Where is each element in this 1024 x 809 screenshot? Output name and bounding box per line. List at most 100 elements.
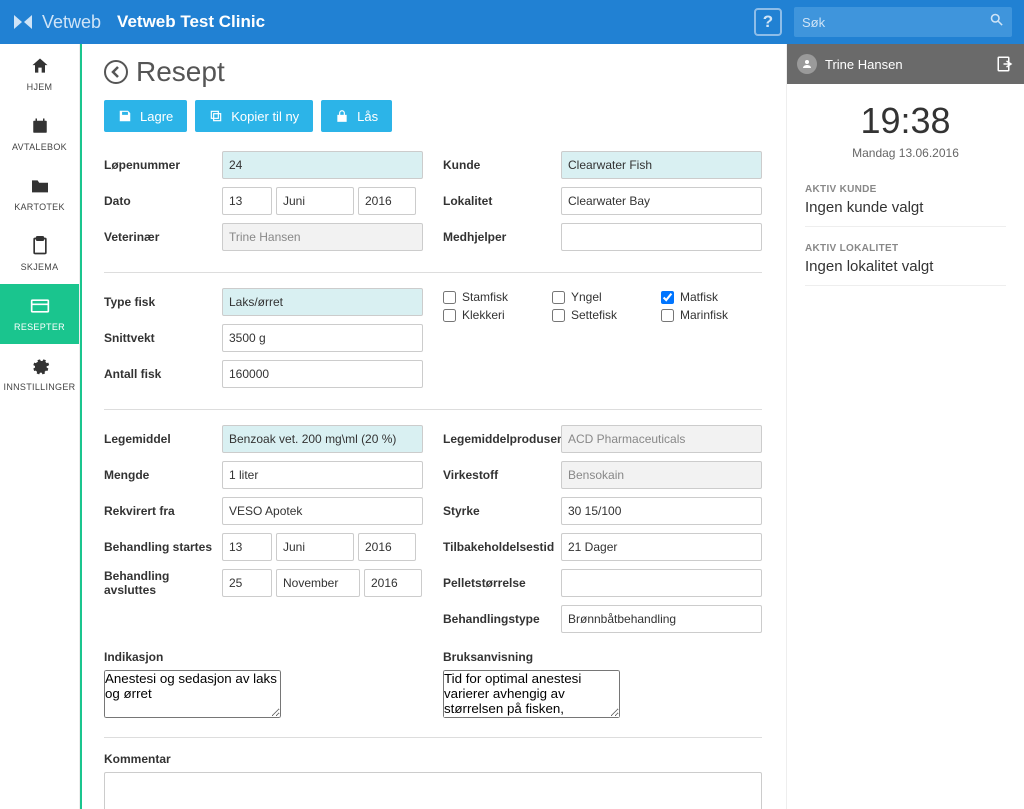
sidebar-item-label: SKJEMA [21,262,59,272]
label-virkestoff: Virkestoff [443,468,561,482]
label-pelletstorrelse: Pelletstørrelse [443,576,561,590]
label-veterinaer: Veterinær [104,230,222,244]
clock-date: Mandag 13.06.2016 [787,146,1024,160]
medhjelper-field[interactable] [561,223,762,251]
cb-yngel[interactable]: Yngel [552,290,653,304]
label-behandling-avsluttes: Behandling avsluttes [104,569,222,597]
cb-klekkeri[interactable]: Klekkeri [443,308,544,322]
help-icon[interactable]: ? [754,8,782,36]
save-icon [118,109,132,123]
behandlingstype-select[interactable]: Brønnbåtbehandling [561,605,762,633]
sidebar-item-resepter[interactable]: RESEPTER [0,284,79,344]
dato-year-select[interactable]: 2016 [358,187,416,215]
label-legemiddel: Legemiddel [104,432,222,446]
back-button[interactable] [104,60,128,84]
dato-month-select[interactable]: Juni [276,187,354,215]
cb-settefisk[interactable]: Settefisk [552,308,653,322]
end-month-select[interactable]: November [276,569,360,597]
save-button[interactable]: Lagre [104,100,187,132]
indikasjon-textarea[interactable]: Anestesi og sedasjon av laks og ørret [104,670,281,718]
klekkeri-checkbox[interactable] [443,309,456,322]
label-lokalitet: Lokalitet [443,194,561,208]
user-bar: Trine Hansen [787,44,1024,84]
cb-marinfisk[interactable]: Marinfisk [661,308,762,322]
sidebar-item-label: HJEM [27,82,53,92]
copy-label: Kopier til ny [231,109,299,124]
start-month-select[interactable]: Juni [276,533,354,561]
styrke-field[interactable] [561,497,762,525]
lock-label: Lås [357,109,378,124]
sidebar-item-label: AVTALEBOK [12,142,67,152]
label-behandling-startes: Behandling startes [104,540,222,554]
label-behandlingstype: Behandlingstype [443,612,561,626]
pelletstorrelse-field[interactable] [561,569,762,597]
label-antall-fisk: Antall fisk [104,367,222,381]
clinic-name: Vetweb Test Clinic [117,12,265,32]
topbar: Vetweb Vetweb Test Clinic ? [0,0,1024,44]
label-type-fisk: Type fisk [104,295,222,309]
lopenummer-field[interactable] [222,151,423,179]
label-medhjelper: Medhjelper [443,230,561,244]
search-input[interactable] [802,15,989,30]
label-dato: Dato [104,194,222,208]
folder-icon [30,176,50,196]
label-indikasjon: Indikasjon [104,650,222,664]
lokalitet-select[interactable]: Clearwater Bay [561,187,762,215]
fish-checkbox-grid: Stamfisk Yngel Matfisk Klekkeri Settefis… [443,287,762,322]
sidebar-item-label: KARTOTEK [14,202,65,212]
calendar-icon [30,116,50,136]
dato-day-select[interactable]: 13 [222,187,272,215]
sidebar-item-innstillinger[interactable]: INNSTILLINGER [0,344,79,404]
logo-group[interactable]: Vetweb [12,11,101,33]
sidebar-item-skjema[interactable]: SKJEMA [0,224,79,284]
cb-stamfisk[interactable]: Stamfisk [443,290,544,304]
snittvekt-field[interactable] [222,324,423,352]
matfisk-checkbox[interactable] [661,291,674,304]
cb-matfisk[interactable]: Matfisk [661,290,762,304]
stamfisk-checkbox[interactable] [443,291,456,304]
save-label: Lagre [140,109,173,124]
label-kommentar: Kommentar [104,752,222,766]
start-day-select[interactable]: 13 [222,533,272,561]
main-content: Resept Lagre Kopier til ny Lås Løpenumme… [80,44,786,809]
search-icon [989,12,1004,32]
prescription-icon [30,296,50,316]
sidebar-item-avtalebok[interactable]: AVTALEBOK [0,104,79,164]
copy-button[interactable]: Kopier til ny [195,100,313,132]
veterinaer-field [222,223,423,251]
type-fisk-field[interactable] [222,288,423,316]
sidebar: HJEM AVTALEBOK KARTOTEK SKJEMA RESEPTER [0,44,80,809]
marinfisk-checkbox[interactable] [661,309,674,322]
end-day-select[interactable]: 25 [222,569,272,597]
virkestoff-field [561,461,762,489]
aktiv-lokalitet-label: AKTIV LOKALITET [805,243,1006,254]
yngel-checkbox[interactable] [552,291,565,304]
kommentar-textarea[interactable] [104,772,762,809]
sidebar-item-kartotek[interactable]: KARTOTEK [0,164,79,224]
sidebar-item-hjem[interactable]: HJEM [0,44,79,104]
search-box[interactable] [794,7,1012,37]
rekvirert-fra-field[interactable] [222,497,423,525]
action-row: Lagre Kopier til ny Lås [104,100,762,132]
lock-button[interactable]: Lås [321,100,392,132]
clock: 19:38 Mandag 13.06.2016 [787,84,1024,168]
lock-icon [335,109,349,123]
mengde-field[interactable] [222,461,423,489]
legemiddel-field[interactable] [222,425,423,453]
end-year-select[interactable]: 2016 [364,569,422,597]
bruksanvisning-textarea[interactable]: Tid for optimal anestesi varierer avheng… [443,670,620,718]
label-tilbakeholdelsestid: Tilbakeholdelsestid [443,540,561,554]
tilbakeholdelsestid-field[interactable] [561,533,762,561]
settefisk-checkbox[interactable] [552,309,565,322]
logo-text: Vetweb [42,12,101,33]
label-kunde: Kunde [443,158,561,172]
kunde-field[interactable] [561,151,762,179]
label-lopenummer: Løpenummer [104,158,222,172]
antall-fisk-field[interactable] [222,360,423,388]
aktiv-kunde-value: Ingen kunde valgt [805,199,1006,227]
clipboard-icon [30,236,50,256]
page-title: Resept [136,56,225,88]
start-year-select[interactable]: 2016 [358,533,416,561]
logout-icon[interactable] [996,55,1014,73]
clock-time: 19:38 [787,100,1024,142]
